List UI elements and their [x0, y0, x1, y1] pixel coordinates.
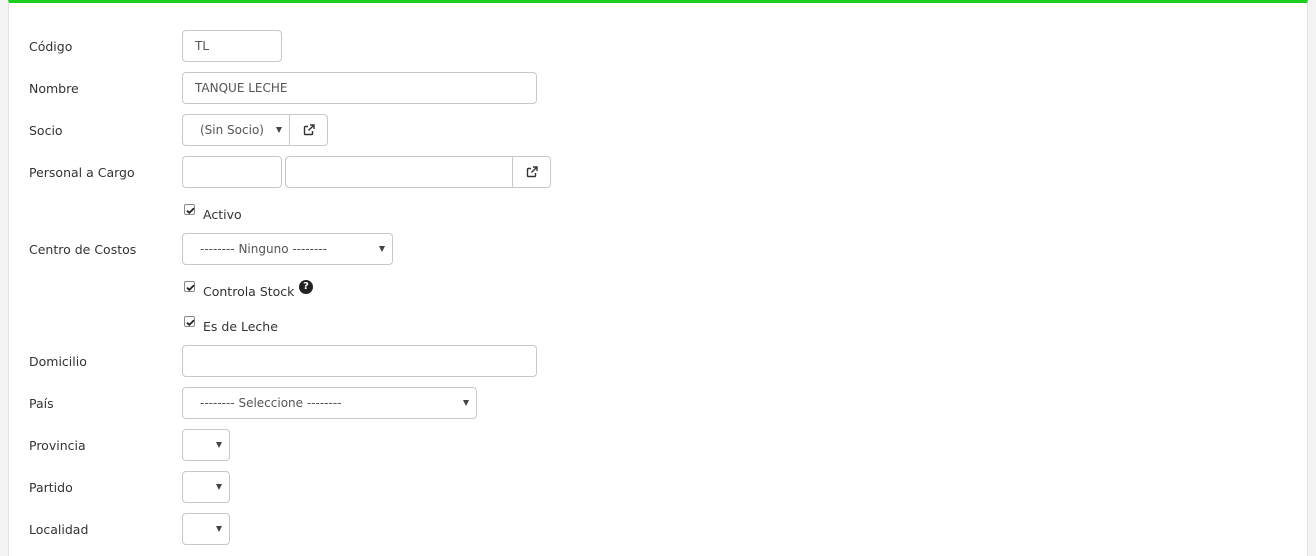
- activo-checkbox[interactable]: [184, 204, 195, 215]
- localidad-label: Localidad: [29, 522, 89, 537]
- caret-down-icon: [276, 127, 282, 133]
- socio-label: Socio: [29, 123, 63, 138]
- personal-label: Personal a Cargo: [29, 165, 135, 180]
- checkmark-icon: [186, 319, 195, 327]
- personal-name-input[interactable]: [285, 156, 514, 188]
- external-link-icon: [303, 124, 315, 136]
- controla-stock-label: Controla Stock: [203, 284, 295, 299]
- form-panel: Código Nombre Socio (Sin Socio) Personal…: [8, 0, 1308, 556]
- socio-open-button[interactable]: [289, 114, 328, 146]
- centro-costos-label: Centro de Costos: [29, 242, 137, 257]
- centro-costos-select[interactable]: -------- Ninguno --------: [182, 233, 393, 265]
- caret-down-icon: [216, 484, 222, 490]
- caret-down-icon: [463, 400, 469, 406]
- socio-select[interactable]: (Sin Socio): [182, 114, 290, 146]
- domicilio-label: Domicilio: [29, 354, 87, 369]
- codigo-label: Código: [29, 39, 73, 54]
- external-link-icon: [526, 166, 538, 178]
- caret-down-icon: [379, 246, 385, 252]
- nombre-label: Nombre: [29, 81, 79, 96]
- activo-label: Activo: [203, 207, 242, 222]
- es-de-leche-checkbox[interactable]: [184, 316, 195, 327]
- checkmark-icon: [186, 207, 195, 215]
- controla-stock-checkbox[interactable]: [184, 281, 195, 292]
- es-de-leche-label: Es de Leche: [203, 319, 278, 334]
- domicilio-input[interactable]: [182, 345, 537, 377]
- caret-down-icon: [216, 442, 222, 448]
- nombre-input[interactable]: [182, 72, 537, 104]
- centro-costos-select-value: -------- Ninguno --------: [200, 242, 327, 256]
- provincia-label: Provincia: [29, 438, 86, 453]
- pais-select-value: -------- Seleccione --------: [200, 396, 342, 410]
- partido-select[interactable]: [182, 471, 230, 503]
- provincia-select[interactable]: [182, 429, 230, 461]
- help-icon[interactable]: ?: [299, 280, 313, 294]
- personal-open-button[interactable]: [512, 156, 551, 188]
- localidad-select[interactable]: [182, 513, 230, 545]
- pais-select[interactable]: -------- Seleccione --------: [182, 387, 477, 419]
- socio-select-value: (Sin Socio): [200, 123, 264, 137]
- pais-label: País: [29, 396, 54, 411]
- checkmark-icon: [186, 284, 195, 292]
- personal-code-input[interactable]: [182, 156, 282, 188]
- partido-label: Partido: [29, 480, 73, 495]
- codigo-input[interactable]: [182, 30, 282, 62]
- caret-down-icon: [216, 526, 222, 532]
